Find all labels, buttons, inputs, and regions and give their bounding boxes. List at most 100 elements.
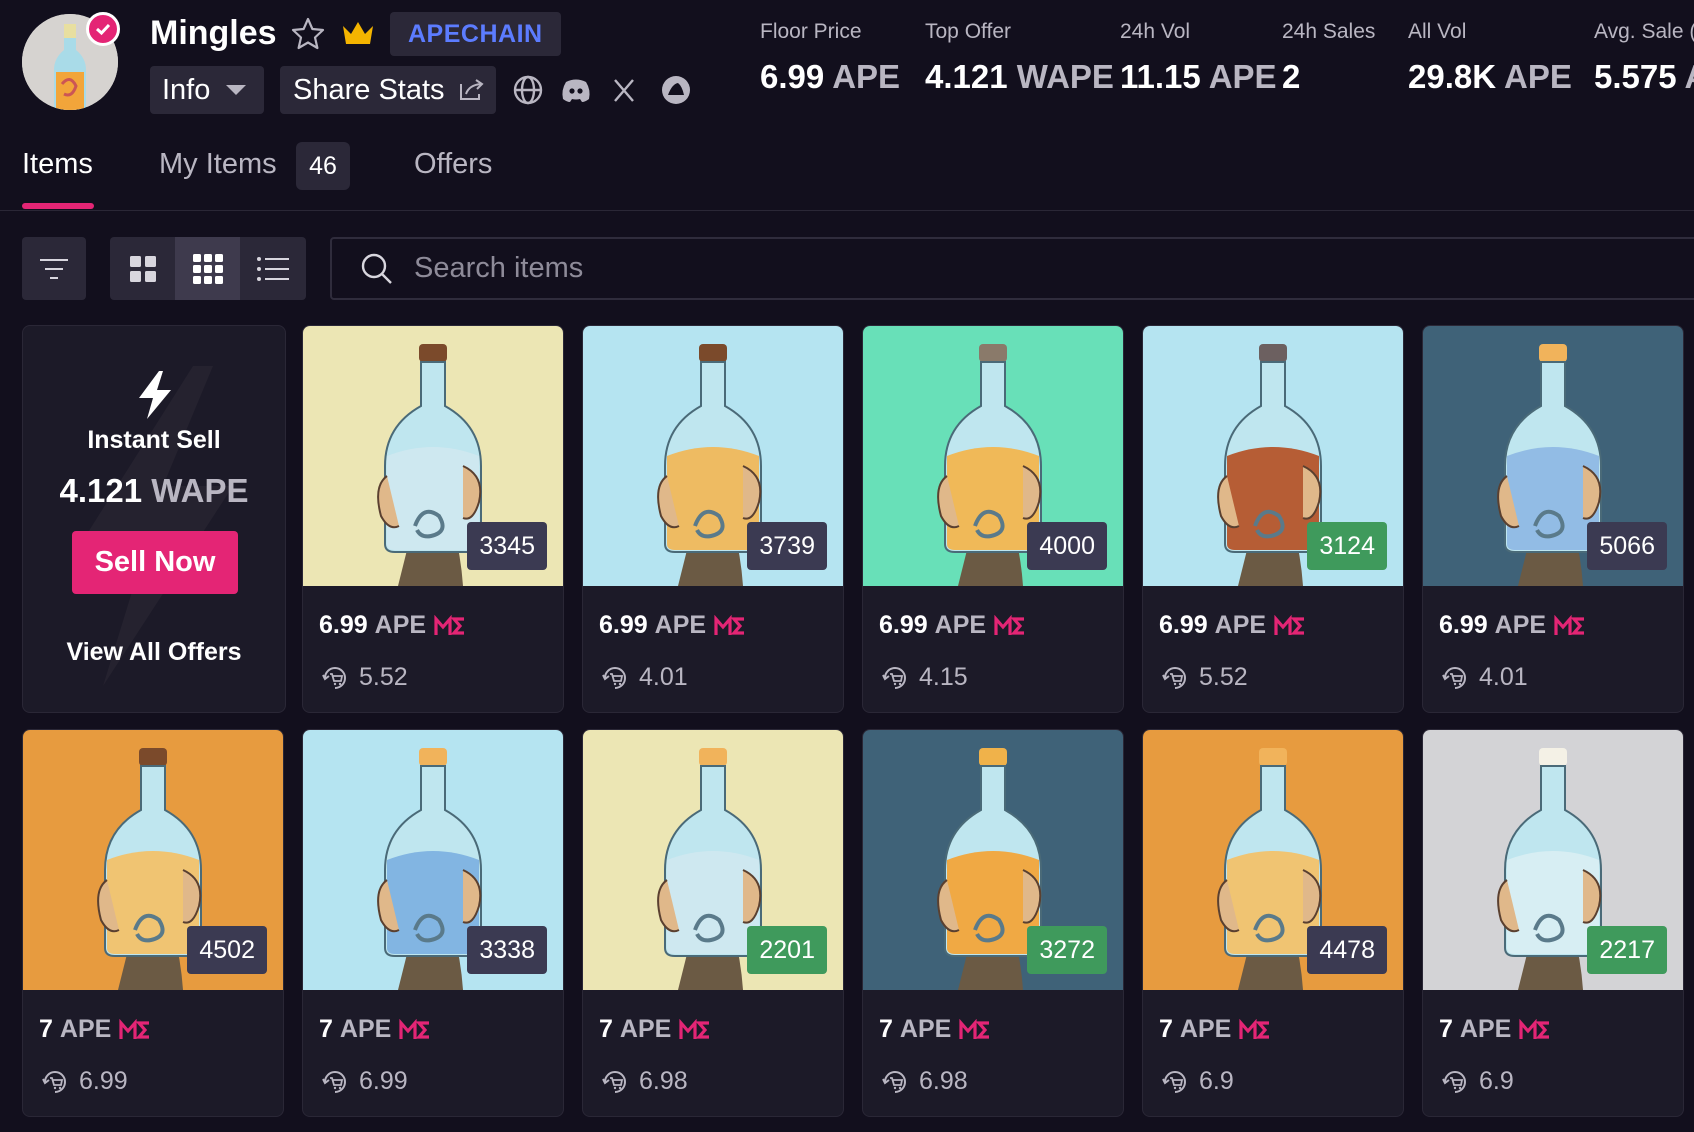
instant-sell-unit: WAPE xyxy=(151,472,249,509)
search-icon xyxy=(361,253,392,284)
magic-eden-logo-icon xyxy=(1274,614,1305,635)
listing-price: 6.99 APE xyxy=(599,611,746,640)
nft-card[interactable]: 4502 7 APE 6.99 xyxy=(22,729,284,1117)
stat-value: 11.15 xyxy=(1120,58,1201,95)
price-unit: APE xyxy=(339,1015,392,1043)
price-value: 7 xyxy=(1159,1015,1173,1043)
stat-label: 24h Sales xyxy=(1282,20,1376,43)
marketplace-icon[interactable] xyxy=(658,72,694,108)
offer-cart-icon xyxy=(322,666,346,689)
view-mode-toggle xyxy=(110,237,306,300)
stat-value: 6.99 xyxy=(760,58,825,95)
globe-icon[interactable] xyxy=(510,72,546,108)
offer-value: 6.9 xyxy=(1479,1067,1514,1095)
nft-card[interactable]: 3739 6.99 APE 4.01 xyxy=(582,325,844,713)
my-items-count-badge: 46 xyxy=(296,142,350,190)
magic-eden-logo-icon xyxy=(994,614,1025,635)
best-offer: 6.9 xyxy=(1441,1067,1514,1096)
stat-label: All Vol xyxy=(1408,20,1467,43)
nft-card[interactable]: 2217 7 APE 6.9 xyxy=(1422,729,1684,1117)
offer-cart-icon xyxy=(1162,1070,1186,1093)
magic-eden-logo-icon xyxy=(434,614,465,635)
search-input[interactable] xyxy=(414,252,1314,285)
token-id-badge: 2201 xyxy=(747,926,827,974)
price-unit: APE xyxy=(1494,611,1547,639)
price-value: 7 xyxy=(879,1015,893,1043)
price-unit: APE xyxy=(374,611,427,639)
best-offer: 6.99 xyxy=(321,1067,408,1096)
magic-eden-logo-icon xyxy=(1519,1018,1550,1039)
offer-cart-icon xyxy=(1442,1070,1466,1093)
price-unit: APE xyxy=(1179,1015,1232,1043)
price-value: 6.99 xyxy=(599,611,648,639)
share-stats-button[interactable]: Share Stats xyxy=(280,66,496,114)
stat-unit: APE xyxy=(832,58,901,95)
magic-eden-logo-icon xyxy=(714,614,745,635)
listing-price: 6.99 APE xyxy=(879,611,1026,640)
instant-sell-price: 4.121 WAPE xyxy=(23,472,285,510)
chain-badge[interactable]: APECHAIN xyxy=(390,12,561,56)
nft-card[interactable]: 3272 7 APE 6.98 xyxy=(862,729,1124,1117)
price-value: 7 xyxy=(1439,1015,1453,1043)
magic-eden-logo-icon xyxy=(119,1018,150,1039)
nft-card[interactable]: 2201 7 APE 6.98 xyxy=(582,729,844,1117)
best-offer: 6.98 xyxy=(881,1067,968,1096)
x-twitter-icon[interactable] xyxy=(606,72,642,108)
list-icon xyxy=(256,256,289,281)
sell-now-button[interactable]: Sell Now xyxy=(72,531,238,594)
tab-offers[interactable]: Offers xyxy=(414,148,492,181)
token-id-badge: 3124 xyxy=(1307,522,1387,570)
magic-eden-logo-icon xyxy=(399,1018,430,1039)
offer-cart-icon xyxy=(1442,666,1466,689)
price-unit: APE xyxy=(1214,611,1267,639)
info-dropdown[interactable]: Info xyxy=(150,66,264,114)
stat-avg-sale: Avg. Sale ( 5.575 A xyxy=(1594,20,1694,96)
nft-card[interactable]: 4000 6.99 APE 4.15 xyxy=(862,325,1124,713)
nft-card[interactable]: 3338 7 APE 6.99 xyxy=(302,729,564,1117)
magic-eden-logo-icon xyxy=(959,1018,990,1039)
token-id-badge: 4478 xyxy=(1307,926,1387,974)
listing-price: 7 APE xyxy=(319,1015,431,1044)
offer-value: 5.52 xyxy=(359,663,408,691)
best-offer: 6.99 xyxy=(41,1067,128,1096)
stat-24h-sales: 24h Sales 2 xyxy=(1282,20,1375,96)
token-id-badge: 3338 xyxy=(467,926,547,974)
offer-value: 4.15 xyxy=(919,663,968,691)
stat-label: Floor Price xyxy=(760,20,862,43)
price-unit: APE xyxy=(1459,1015,1512,1043)
offer-value: 6.9 xyxy=(1199,1067,1234,1095)
stat-all-vol: All Vol 29.8K APE xyxy=(1408,20,1572,96)
nft-card[interactable]: 4478 7 APE 6.9 xyxy=(1142,729,1404,1117)
grid-small-icon xyxy=(192,253,223,284)
nft-card[interactable]: 3345 6.99 APE 5.52 xyxy=(302,325,564,713)
discord-icon[interactable] xyxy=(558,72,594,108)
small-grid-view-button[interactable] xyxy=(175,237,240,300)
stat-unit: A xyxy=(1685,58,1694,95)
search-bar xyxy=(330,237,1694,300)
token-id-badge: 5066 xyxy=(1587,522,1667,570)
price-unit: APE xyxy=(59,1015,112,1043)
nft-card[interactable]: 5066 6.99 APE 4.01 xyxy=(1422,325,1684,713)
listing-price: 7 APE xyxy=(1439,1015,1551,1044)
offer-value: 6.98 xyxy=(639,1067,688,1095)
stat-label: Avg. Sale ( xyxy=(1594,20,1694,43)
tab-my-items[interactable]: My Items xyxy=(159,148,277,181)
stat-unit: APE xyxy=(1208,58,1277,95)
offer-cart-icon xyxy=(42,1070,66,1093)
token-id-badge: 4000 xyxy=(1027,522,1107,570)
instant-sell-label: Instant Sell xyxy=(87,426,221,454)
offer-value: 4.01 xyxy=(1479,663,1528,691)
large-grid-view-button[interactable] xyxy=(110,237,175,300)
nft-card[interactable]: 3124 6.99 APE 5.52 xyxy=(1142,325,1404,713)
magic-eden-logo-icon xyxy=(1239,1018,1270,1039)
view-all-offers-link[interactable]: View All Offers xyxy=(23,638,285,667)
stat-24h-vol: 24h Vol 11.15 APE xyxy=(1120,20,1277,96)
tab-items[interactable]: Items xyxy=(22,148,93,181)
star-icon[interactable] xyxy=(290,16,326,52)
filter-button[interactable] xyxy=(22,237,86,300)
stat-value: 4.121 xyxy=(925,58,1008,95)
offer-value: 5.52 xyxy=(1199,663,1248,691)
list-view-button[interactable] xyxy=(240,237,305,300)
listing-price: 6.99 APE xyxy=(319,611,466,640)
listing-price: 7 APE xyxy=(879,1015,991,1044)
